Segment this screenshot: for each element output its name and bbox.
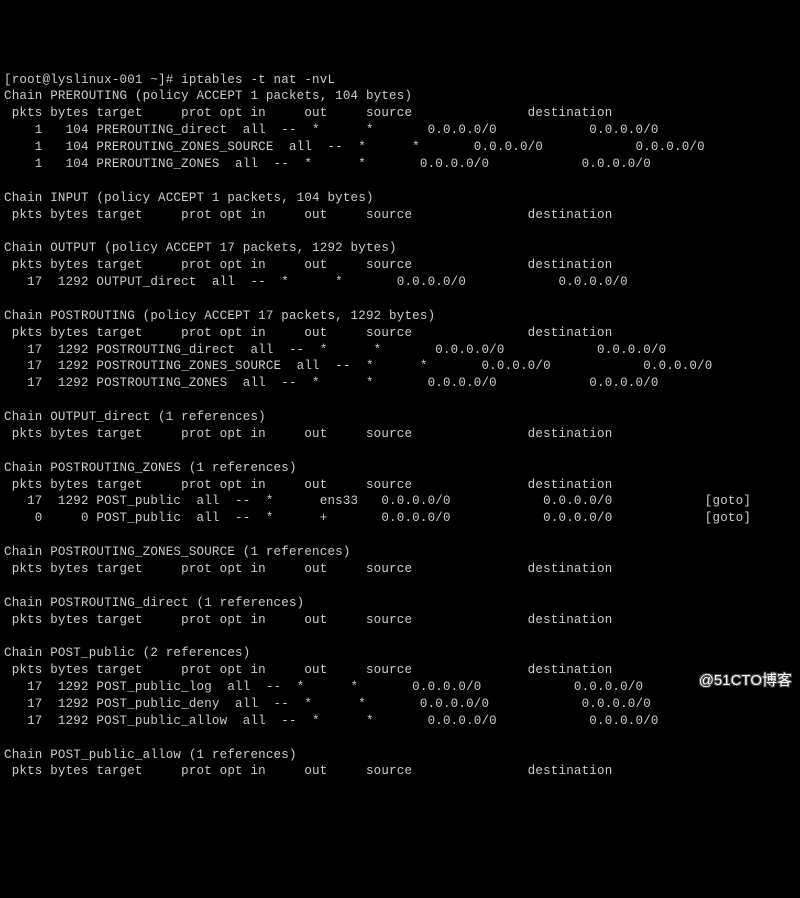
watermark: @51CTO博客	[699, 671, 792, 691]
terminal-output: [root@lyslinux-001 ~]# iptables -t nat -…	[4, 72, 796, 781]
